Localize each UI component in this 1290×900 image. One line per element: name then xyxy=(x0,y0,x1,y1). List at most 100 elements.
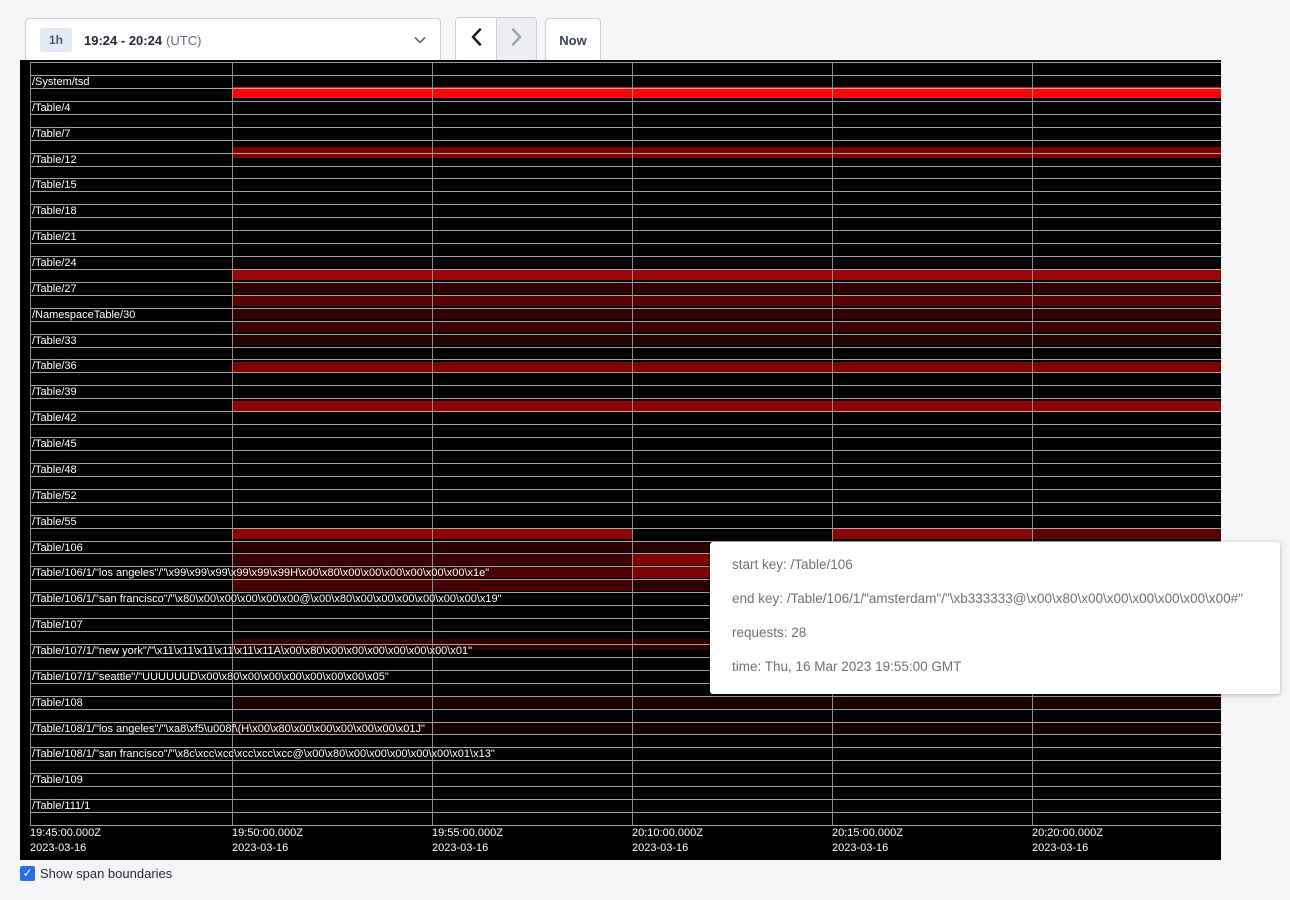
span-label: /Table/27 xyxy=(32,283,77,295)
span-boundary-line xyxy=(30,127,1221,128)
span-boundary-line xyxy=(30,191,1221,192)
time-range-badge: 1h xyxy=(40,28,72,52)
span-label: /Table/107 xyxy=(32,619,83,631)
span-boundary-line xyxy=(30,75,1221,76)
column-boundary-line xyxy=(1032,62,1033,825)
chevron-right-icon xyxy=(511,28,523,51)
span-boundary-line xyxy=(30,269,1221,270)
x-axis-date-label: 2023-03-16 xyxy=(1032,841,1088,856)
span-label: /Table/111/1 xyxy=(32,800,90,812)
span-boundary-line xyxy=(30,760,1221,761)
span-boundary-line xyxy=(30,696,1221,697)
span-boundary-line xyxy=(30,424,1221,425)
span-boundary-line xyxy=(30,256,1221,257)
column-boundary-line xyxy=(30,62,31,825)
span-boundary-line xyxy=(30,334,1221,335)
span-label: /Table/45 xyxy=(32,438,77,450)
x-axis-time-label: 20:15:00.000Z xyxy=(832,826,903,841)
span-boundary-line xyxy=(30,463,1221,464)
span-boundary-line xyxy=(30,528,1221,529)
span-boundary-line xyxy=(30,217,1221,218)
span-label: /Table/108/1/"los angeles"/"\xa8\xf5\u00… xyxy=(32,723,425,735)
span-boundary-line xyxy=(30,140,1221,141)
span-boundary-line xyxy=(30,476,1221,477)
span-boundary-line xyxy=(30,359,1221,360)
span-boundary-line xyxy=(30,502,1221,503)
heatmap-cell[interactable] xyxy=(232,295,1221,306)
span-boundary-line xyxy=(30,450,1221,451)
x-axis-date-label: 2023-03-16 xyxy=(432,841,488,856)
tooltip-start-key: start key: /Table/106 xyxy=(732,548,1258,582)
heatmap-cell[interactable] xyxy=(232,282,1221,293)
span-boundary-line xyxy=(30,321,1221,322)
span-label: /Table/42 xyxy=(32,412,77,424)
footer-controls: ✓ Show span boundaries xyxy=(20,866,172,881)
heatmap-cell[interactable] xyxy=(232,334,1221,345)
heatmap-cell[interactable] xyxy=(832,528,1032,539)
span-boundary-line xyxy=(30,709,1221,710)
span-label: /Table/55 xyxy=(32,516,77,528)
x-axis-time-label: 19:55:00.000Z xyxy=(432,826,503,841)
x-axis-date-label: 2023-03-16 xyxy=(632,841,688,856)
span-label: /Table/52 xyxy=(32,490,77,502)
span-boundary-line xyxy=(30,385,1221,386)
span-boundary-line xyxy=(30,62,1221,63)
column-boundary-line xyxy=(832,62,833,825)
prev-range-button[interactable] xyxy=(456,18,496,61)
span-label: /Table/108 xyxy=(32,697,83,709)
heatmap-cell[interactable] xyxy=(232,308,1221,319)
heatmap-cell[interactable] xyxy=(1032,528,1221,539)
column-boundary-line xyxy=(232,62,233,825)
span-label: /Table/108/1/"san francisco"/"\x8c\xcc\x… xyxy=(32,748,495,760)
chevron-left-icon xyxy=(470,28,482,51)
span-boundary-line xyxy=(30,411,1221,412)
tooltip-end-key: end key: /Table/106/1/"amsterdam"/"\xb33… xyxy=(732,582,1258,616)
span-boundary-line xyxy=(30,101,1221,102)
span-label: /Table/15 xyxy=(32,179,77,191)
span-boundary-line xyxy=(30,347,1221,348)
heatmap-cell[interactable] xyxy=(232,697,1221,708)
span-label: /Table/12 xyxy=(32,154,77,166)
column-boundary-line xyxy=(632,62,633,825)
span-boundary-line xyxy=(30,372,1221,373)
span-boundary-line xyxy=(30,88,1221,89)
span-label: /Table/39 xyxy=(32,386,77,398)
span-label: /Table/21 xyxy=(32,231,77,243)
span-boundary-line xyxy=(30,282,1221,283)
span-boundary-line xyxy=(30,114,1221,115)
span-boundary-line xyxy=(30,230,1221,231)
show-span-boundaries-checkbox[interactable]: ✓ xyxy=(20,866,35,881)
span-label: /Table/24 xyxy=(32,257,77,269)
time-range-select[interactable]: 1h 19:24 - 20:24 (UTC) xyxy=(25,18,441,62)
span-boundary-line xyxy=(30,489,1221,490)
span-boundary-line xyxy=(30,204,1221,205)
span-boundary-line xyxy=(30,515,1221,516)
span-label: /Table/36 xyxy=(32,360,77,372)
now-button[interactable]: Now xyxy=(545,18,601,62)
span-label: /Table/106/1/"los angeles"/"\x99\x99\x99… xyxy=(32,567,489,579)
x-axis-time-label: 20:10:00.000Z xyxy=(632,826,703,841)
span-label: /Table/18 xyxy=(32,205,77,217)
span-label: /Table/4 xyxy=(32,102,71,114)
next-range-button[interactable] xyxy=(496,18,536,61)
x-axis-time-label: 19:50:00.000Z xyxy=(232,826,303,841)
heatmap-cell[interactable] xyxy=(232,269,1221,280)
heatmap-cell[interactable] xyxy=(232,321,1221,332)
time-nav-group xyxy=(455,17,537,62)
span-tooltip: start key: /Table/106 end key: /Table/10… xyxy=(710,542,1280,694)
span-boundary-line xyxy=(30,295,1221,296)
tooltip-requests: requests: 28 xyxy=(732,616,1258,650)
time-range-timezone: (UTC) xyxy=(166,33,201,48)
span-label: /Table/48 xyxy=(32,464,77,476)
show-span-boundaries-label: Show span boundaries xyxy=(40,866,172,881)
span-label: /Table/107/1/"seattle"/"UUUUUUD\x00\x80\… xyxy=(32,671,389,683)
time-range-text: 19:24 - 20:24 xyxy=(84,33,162,48)
span-boundary-line xyxy=(30,773,1221,774)
span-label: /Table/106/1/"san francisco"/"\x80\x00\x… xyxy=(32,593,502,605)
column-boundary-line xyxy=(432,62,433,825)
span-boundary-line xyxy=(30,437,1221,438)
span-boundary-line xyxy=(30,398,1221,399)
x-axis-date-label: 2023-03-16 xyxy=(30,841,86,856)
key-visualizer-canvas[interactable]: /System/tsd/Table/4/Table/7/Table/12/Tab… xyxy=(20,60,1221,860)
span-label: /Table/106 xyxy=(32,542,83,554)
